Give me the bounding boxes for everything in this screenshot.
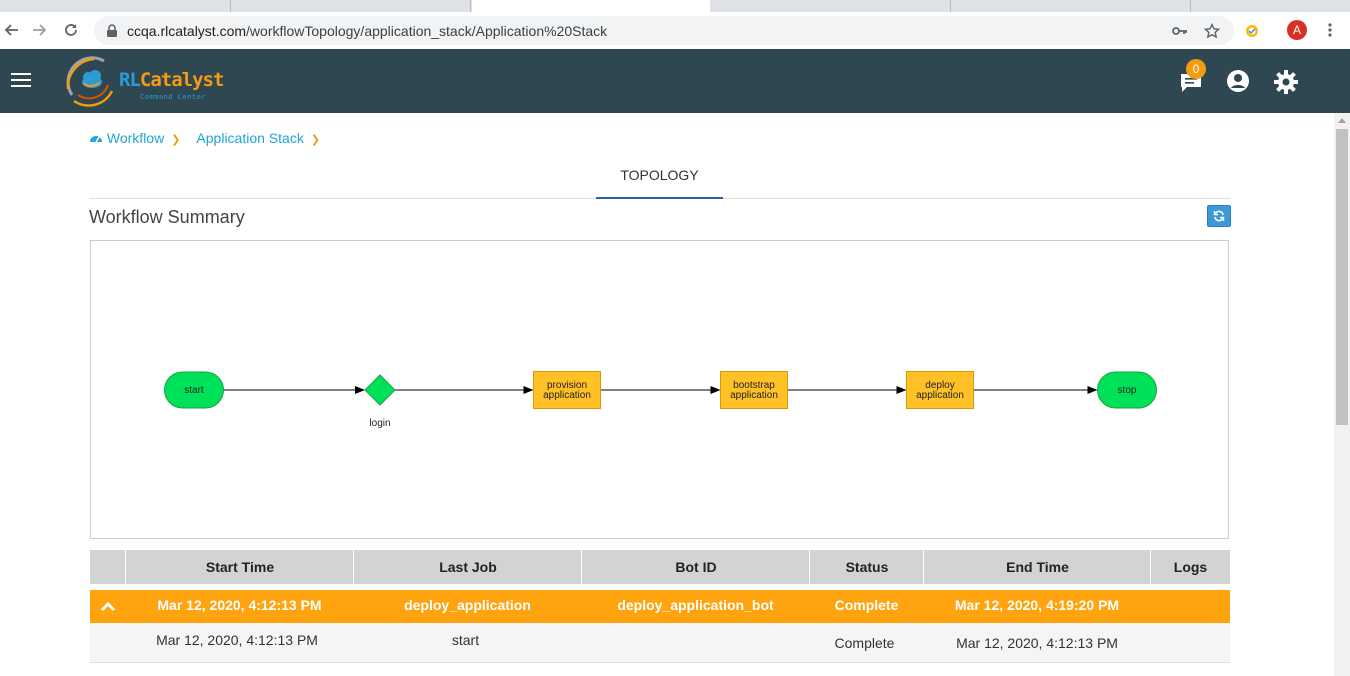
column-status[interactable]: Status: [809, 550, 924, 584]
rlcatalyst-logo[interactable]: RLCatalyst Command Center: [64, 55, 224, 107]
chevron-up-icon[interactable]: [100, 599, 116, 613]
diagram-node-label: provision application: [543, 380, 591, 401]
column-logs[interactable]: Logs: [1150, 550, 1230, 584]
diagram-node-login[interactable]: login: [364, 374, 396, 429]
chevron-right-icon: ❯: [310, 134, 321, 146]
diagram-node-provision[interactable]: provision application: [533, 371, 601, 409]
cell-last-job: deploy_application: [404, 597, 531, 613]
back-icon[interactable]: [0, 18, 24, 42]
lock-icon[interactable]: [102, 21, 122, 41]
cell-status: Complete: [834, 597, 899, 613]
refresh-icon: [1213, 210, 1225, 222]
diagram-node-label: start: [184, 385, 204, 396]
logo-wordmark: RLCatalyst: [119, 69, 224, 91]
chevron-right-icon: ❯: [171, 134, 181, 146]
profile-avatar[interactable]: A: [1287, 20, 1307, 40]
tab-topology[interactable]: TOPOLOGY: [596, 164, 723, 199]
cell-status: Complete: [834, 635, 895, 651]
diagram-node-label: login: [369, 418, 390, 429]
app-header: RLCatalyst Command Center 0: [0, 49, 1350, 113]
column-end-time[interactable]: End Time: [923, 550, 1151, 584]
breadcrumb-application-stack[interactable]: Application Stack: [196, 130, 303, 146]
reload-icon[interactable]: [59, 18, 83, 42]
table-header: Start Time Last Job Bot ID Status End Ti…: [90, 550, 1230, 584]
cell-end-time: Mar 12, 2020, 4:19:20 PM: [954, 597, 1120, 613]
diagram-node-stop[interactable]: stop: [1097, 371, 1157, 409]
scroll-up-arrow-icon[interactable]: [1338, 118, 1346, 123]
cell-start-time: Mar 12, 2020, 4:12:13 PM: [156, 632, 318, 648]
diagram-node-bootstrap[interactable]: bootstrap application: [720, 371, 788, 409]
breadcrumb: Workflow ❯ Application Stack ❯: [89, 130, 326, 146]
table-header-expand: [90, 550, 126, 584]
browser-menu-icon[interactable]: [1320, 20, 1340, 40]
diagram-node-label: stop: [1118, 385, 1137, 396]
workflow-graph: start login provision application bootstrap a…: [164, 371, 1157, 429]
user-account-icon[interactable]: [1226, 69, 1252, 95]
address-bar[interactable]: ccqa.rlcatalyst.com/workflowTopology/app…: [94, 16, 1234, 45]
workflow-summary-title: Workflow Summary: [89, 207, 245, 227]
browser-tab[interactable]: [0, 0, 231, 12]
table-row[interactable]: Mar 12, 2020, 4:12:13 PM deploy_applicat…: [90, 590, 1230, 623]
forward-icon[interactable]: [27, 18, 51, 42]
browser-tab-active[interactable]: [472, 0, 710, 12]
scrollbar-thumb[interactable]: [1336, 129, 1348, 425]
browser-tab[interactable]: [950, 0, 1191, 12]
topology-diagram: start login provision application bootstrap a…: [90, 240, 1229, 539]
notification-badge: 0: [1186, 59, 1206, 79]
browser-toolbar: ccqa.rlcatalyst.com/workflowTopology/app…: [0, 12, 1350, 50]
cell-bot-id: deploy_application_bot: [617, 597, 774, 613]
cell-end-time: Mar 12, 2020, 4:12:13 PM: [956, 635, 1118, 651]
key-icon[interactable]: [1170, 21, 1190, 41]
browser-tab[interactable]: [712, 0, 951, 12]
column-bot-id[interactable]: Bot ID: [581, 550, 810, 584]
diagram-node-start[interactable]: start: [164, 371, 224, 409]
cell-last-job: start: [451, 632, 480, 648]
url-text: ccqa.rlcatalyst.com/workflowTopology/app…: [127, 23, 608, 39]
browser-tab[interactable]: [230, 0, 471, 12]
cell-start-time: Mar 12, 2020, 4:12:13 PM: [157, 597, 322, 613]
hamburger-menu-icon[interactable]: [11, 73, 31, 91]
column-start-time[interactable]: Start Time: [125, 550, 354, 584]
bookmark-star-icon[interactable]: [1202, 21, 1222, 41]
logo-subtitle: Command Center: [140, 93, 207, 101]
dashboard-icon: [89, 130, 107, 146]
diagram-node-label: bootstrap application: [730, 380, 778, 401]
table-row: Mar 12, 2020, 4:12:13 PM start Complete …: [90, 623, 1230, 663]
column-last-job[interactable]: Last Job: [353, 550, 582, 584]
page-scrollbar[interactable]: [1334, 113, 1350, 676]
refresh-button[interactable]: [1207, 205, 1231, 227]
settings-gear-icon[interactable]: [1273, 69, 1299, 95]
diagram-node-deploy[interactable]: deploy application: [906, 371, 974, 409]
extension-icon[interactable]: [1242, 21, 1262, 41]
browser-tab-strip: [0, 0, 1350, 12]
breadcrumb-workflow[interactable]: Workflow: [107, 130, 164, 146]
